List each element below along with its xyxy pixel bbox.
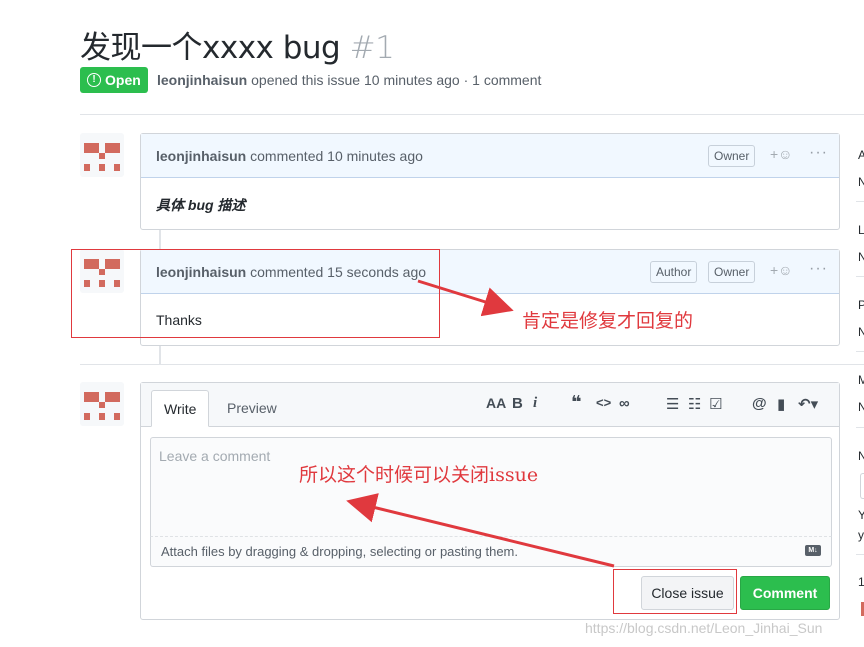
sidebar-label: M [858, 373, 864, 387]
sidebar-button[interactable] [860, 473, 864, 499]
sidebar-value: N [858, 250, 864, 264]
annotation-reply-note: 肯定是修复才回复的 [522, 310, 694, 332]
arrow-to-textarea [346, 493, 615, 568]
annotation-close-note: 所以这个时候可以关闭issue [299, 464, 539, 486]
sidebar-value: N [858, 325, 864, 339]
sidebar-label: 1 [858, 575, 864, 589]
sidebar-text: y [858, 528, 864, 542]
sidebar-label: A [858, 148, 864, 162]
sidebar-label: N [858, 449, 864, 463]
annotation-arrows [346, 279, 615, 568]
sidebar-divider [856, 201, 864, 202]
sidebar-value: N [858, 175, 864, 189]
sidebar-value: N [858, 400, 864, 414]
sidebar-divider [856, 554, 864, 555]
arrow-to-note [417, 279, 514, 317]
sidebar-label: L [858, 223, 864, 237]
sidebar-divider [856, 276, 864, 277]
watermark: https://blog.csdn.net/Leon_Jinhai_Sun [585, 620, 823, 636]
sidebar-divider [856, 427, 864, 428]
sidebar-text: Y [858, 508, 864, 522]
sidebar-divider [856, 351, 864, 352]
sidebar-label: P [858, 298, 864, 312]
